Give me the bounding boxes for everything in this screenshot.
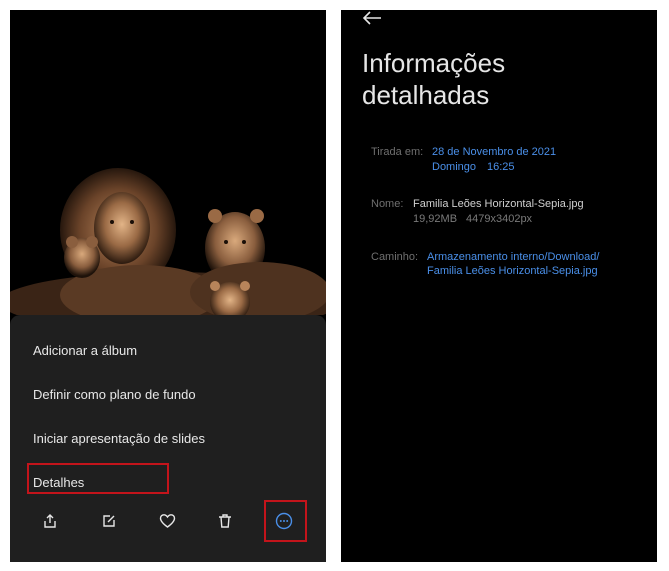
menu-slideshow[interactable]: Iniciar apresentação de slides (33, 429, 205, 449)
trash-icon (219, 514, 231, 528)
lion-family-photo (10, 168, 326, 315)
name-label: Nome: (371, 198, 404, 210)
page-title-line1: Informações (362, 48, 506, 78)
path-line1[interactable]: Armazenamento interno/Download/ (427, 251, 599, 263)
favorite-button[interactable] (149, 503, 185, 539)
back-button[interactable] (361, 10, 385, 28)
share-button[interactable] (32, 503, 68, 539)
details-highlight (27, 463, 169, 494)
share-icon (44, 514, 56, 528)
taken-label: Tirada em: (371, 146, 424, 158)
page-title-line2: detalhadas (362, 80, 490, 110)
more-highlight (264, 500, 307, 542)
path-line2[interactable]: Familia Leões Horizontal-Sepia.jpg (427, 265, 598, 277)
taken-weekday[interactable]: Domingo (432, 161, 476, 173)
delete-button[interactable] (207, 503, 243, 539)
back-arrow-icon (362, 11, 381, 25)
page-title: Informações detalhadas (362, 47, 642, 111)
taken-time[interactable]: 16:25 (487, 161, 515, 173)
path-label: Caminho: (371, 251, 419, 263)
edit-button[interactable] (91, 503, 127, 539)
file-resolution: 4479x3402px (466, 213, 533, 225)
menu-set-wallpaper[interactable]: Definir como plano de fundo (33, 385, 196, 405)
menu-add-album[interactable]: Adicionar a álbum (33, 341, 137, 361)
gallery-screen: Adicionar a álbum Definir como plano de … (10, 10, 326, 562)
heart-icon (159, 514, 175, 528)
details-screen: Informações detalhadas Tirada em: 28 de … (341, 10, 657, 562)
edit-icon (103, 515, 115, 527)
file-name: Familia Leões Horizontal-Sepia.jpg (413, 198, 584, 210)
file-size: 19,92MB (413, 213, 458, 225)
taken-date[interactable]: 28 de Novembro de 2021 (432, 146, 556, 158)
photo-preview[interactable] (10, 10, 326, 315)
